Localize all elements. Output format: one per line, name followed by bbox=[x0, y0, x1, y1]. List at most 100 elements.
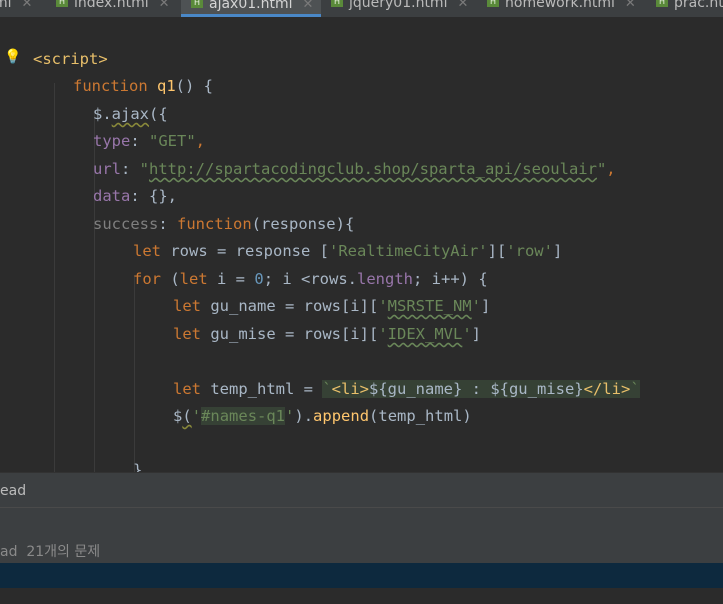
code-token: : bbox=[130, 132, 149, 150]
code-token: gu_name = rows[i][ bbox=[201, 297, 379, 315]
code-token: url bbox=[93, 160, 121, 178]
close-icon[interactable]: ✕ bbox=[22, 0, 33, 11]
code-token: : bbox=[121, 160, 140, 178]
code-line-2: function q1() { bbox=[73, 73, 213, 100]
code-token: , bbox=[195, 132, 206, 150]
code-token: "GET" bbox=[149, 132, 196, 150]
tab-label: jquery01.html bbox=[349, 0, 448, 11]
indent-guide bbox=[54, 83, 55, 472]
code-token: ). bbox=[294, 407, 314, 425]
code-token: $ bbox=[173, 407, 183, 425]
tab-label: homework.html bbox=[505, 0, 615, 11]
code-token: gu_mise = rows[i][ bbox=[201, 325, 379, 343]
code-token: ' bbox=[378, 325, 388, 343]
code-token: ][ bbox=[487, 242, 507, 260]
code-token: append bbox=[313, 407, 370, 425]
code-token: ; i++) { bbox=[413, 270, 488, 288]
close-icon[interactable]: ✕ bbox=[625, 0, 636, 11]
code-token: ' bbox=[471, 297, 481, 315]
code-token: ; i <rows. bbox=[263, 270, 358, 288]
code-token: ' bbox=[191, 407, 202, 425]
code-token: function bbox=[73, 77, 148, 95]
tab-label: ml bbox=[0, 0, 12, 11]
code-token: #names-q1 bbox=[201, 407, 286, 425]
lightbulb-icon[interactable]: 💡 bbox=[4, 48, 21, 66]
code-editor[interactable]: 💡 <script> function q1() { $.ajax({ type… bbox=[0, 43, 723, 472]
code-line-4: type: "GET", bbox=[93, 128, 205, 155]
code-token: ' bbox=[285, 407, 295, 425]
code-token: let bbox=[179, 270, 208, 288]
editor-tab-bar: ml ✕ Hindex.html ✕ Hajax01.html ✕ Hjquery01… bbox=[0, 0, 723, 17]
tab-label: ajax01.html bbox=[209, 0, 293, 12]
tab-prac-html[interactable]: Hprac.ht bbox=[656, 0, 723, 16]
code-line-5: url: "http://spartacodingclub.shop/spart… bbox=[93, 156, 616, 183]
code-token: ' bbox=[462, 325, 472, 343]
code-token: q1 bbox=[157, 77, 176, 95]
tab-ajax01-html[interactable]: Hajax01.html ✕ bbox=[181, 0, 321, 17]
html-file-icon: H bbox=[191, 0, 203, 8]
code-token: ` bbox=[322, 380, 332, 398]
tab-index-html[interactable]: Hindex.html ✕ bbox=[56, 0, 170, 16]
code-token: MSRSTE_NM bbox=[387, 297, 472, 315]
code-token: ] bbox=[481, 297, 491, 315]
code-line-3: $.ajax({ bbox=[93, 101, 168, 128]
code-token: ({ bbox=[149, 105, 168, 123]
code-token: for bbox=[133, 270, 161, 288]
html-file-icon: H bbox=[487, 0, 499, 7]
close-icon[interactable]: ✕ bbox=[303, 0, 314, 12]
code-token: type bbox=[93, 132, 131, 150]
code-token: (response){ bbox=[251, 215, 355, 233]
code-line-1: <script> bbox=[33, 46, 108, 73]
code-token: , bbox=[606, 160, 616, 178]
code-token: $. bbox=[93, 105, 112, 123]
code-token: ] bbox=[552, 242, 563, 260]
code-token: function bbox=[177, 215, 252, 233]
code-token: : bbox=[158, 215, 177, 233]
tab-jquery01-html[interactable]: Hjquery01.html ✕ bbox=[331, 0, 468, 16]
code-token: ` bbox=[630, 380, 640, 398]
code-token: ( bbox=[182, 407, 192, 425]
indent-guide bbox=[134, 275, 135, 472]
tab-ml[interactable]: ml ✕ bbox=[0, 0, 32, 16]
bottom-strip bbox=[0, 588, 723, 604]
code-token: success bbox=[93, 215, 159, 233]
tab-homework-html[interactable]: Hhomework.html ✕ bbox=[487, 0, 636, 16]
code-token: let bbox=[133, 242, 161, 260]
code-token: i = bbox=[207, 270, 255, 288]
code-line-6: data: {}, bbox=[93, 183, 177, 210]
code-token: ajax bbox=[111, 105, 149, 123]
code-token: : {}, bbox=[130, 187, 177, 205]
code-token: temp_html = bbox=[201, 380, 323, 398]
code-line-8: let rows = response ['RealtimeCityAir'][… bbox=[133, 238, 562, 265]
html-file-icon: H bbox=[331, 0, 343, 7]
url-link[interactable]: http://spartacodingclub.shop/sparta_api/… bbox=[149, 160, 597, 178]
code-token: let bbox=[173, 325, 201, 343]
code-token: 0 bbox=[254, 270, 264, 288]
close-icon[interactable]: ✕ bbox=[159, 0, 170, 11]
tab-label: prac.ht bbox=[674, 0, 723, 11]
code-token: ${gu_name} : ${gu_mise} bbox=[369, 380, 584, 398]
code-token: 'RealtimeCityAir' bbox=[328, 242, 488, 260]
tool-window-body bbox=[0, 507, 723, 538]
code-line-13: let temp_html = `<li>${gu_name} : ${gu_m… bbox=[173, 376, 640, 403]
close-icon[interactable]: ✕ bbox=[457, 0, 468, 11]
tool-window-header[interactable]: ead bbox=[0, 472, 723, 508]
html-file-icon: H bbox=[56, 0, 68, 7]
code-token: " bbox=[596, 160, 607, 178]
code-token: </li> bbox=[583, 380, 631, 398]
tab-label: index.html bbox=[74, 0, 149, 11]
code-token: rows = response [ bbox=[161, 242, 329, 260]
code-line-10: let gu_name = rows[i]['MSRSTE_NM'] bbox=[173, 293, 490, 320]
code-token: length bbox=[357, 270, 414, 288]
code-token: let bbox=[173, 297, 201, 315]
problems-summary[interactable]: ad 21개의 문제 bbox=[0, 537, 723, 563]
code-token: let bbox=[173, 380, 201, 398]
code-line-16: } bbox=[133, 457, 142, 472]
code-line-11: let gu_mise = rows[i]['IDEX_MVL'] bbox=[173, 321, 481, 348]
html-file-icon: H bbox=[656, 0, 668, 7]
editor-top-gap bbox=[0, 17, 723, 43]
code-line-9: for (let i = 0; i <rows.length; i++) { bbox=[133, 266, 488, 293]
code-token: } bbox=[133, 461, 143, 472]
code-token: () { bbox=[175, 77, 213, 95]
code-line-14: $('#names-q1').append(temp_html) bbox=[173, 403, 472, 430]
